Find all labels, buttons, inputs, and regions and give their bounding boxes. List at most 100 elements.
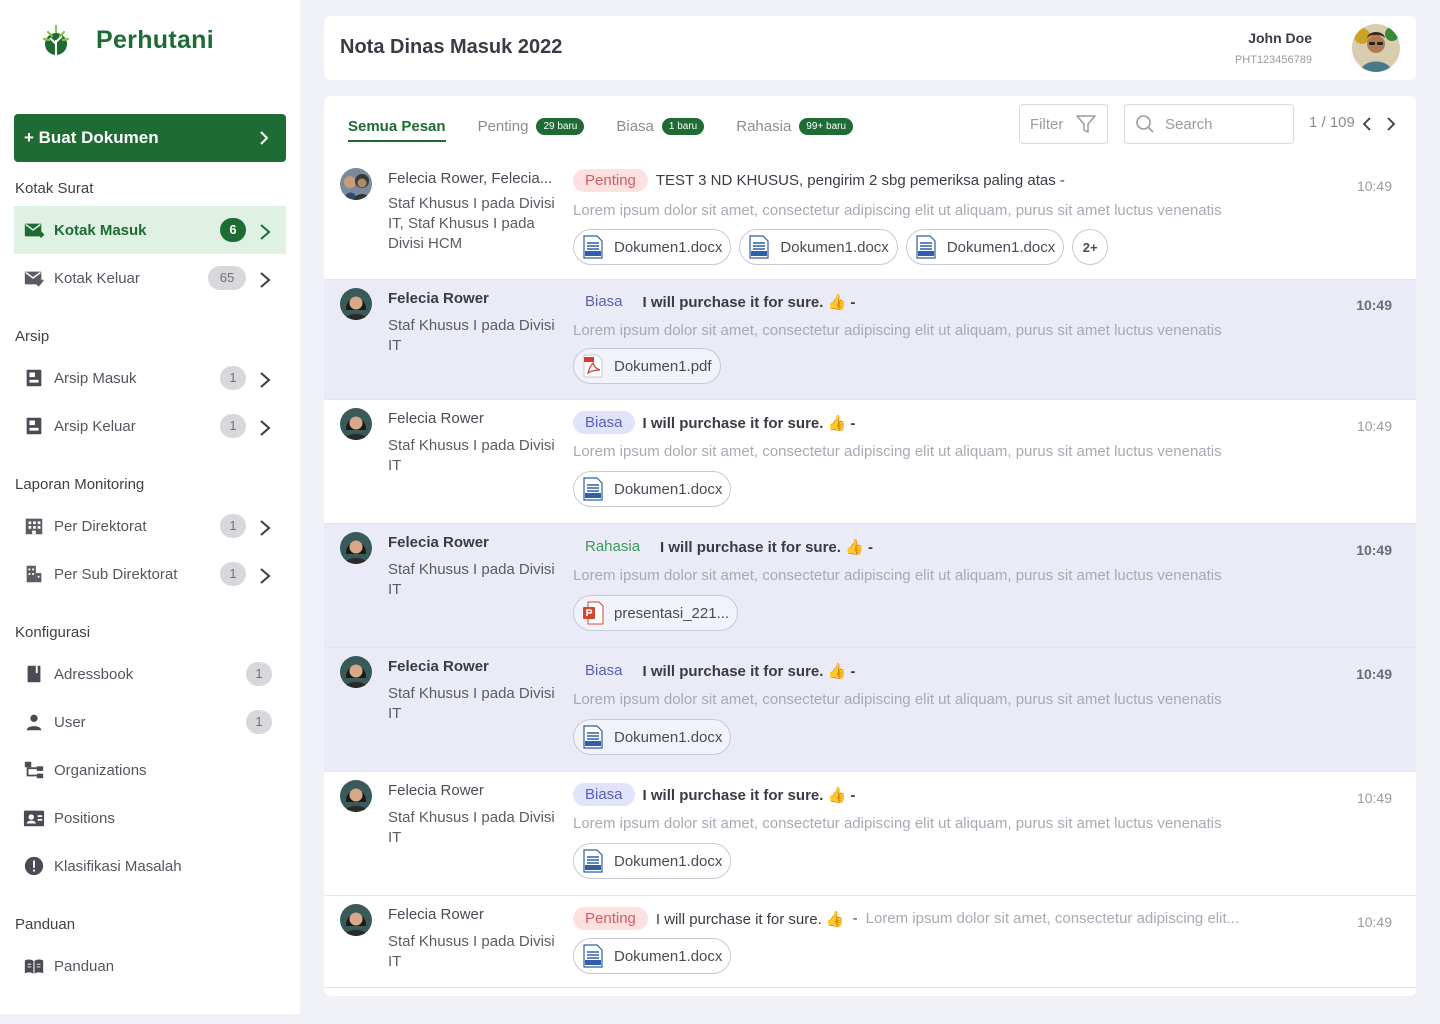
filter-label: Filter — [1030, 115, 1064, 133]
attachment-chip[interactable]: Dokumen1.docx — [573, 843, 732, 879]
user-icon — [22, 710, 46, 734]
count-badge: 1 — [220, 414, 246, 438]
attachment-name: presentasi_221... — [614, 604, 730, 622]
sidebar-item-label: Kotak Masuk — [54, 221, 147, 239]
sender-role: Staf Khusus I pada Divisi IT — [388, 809, 555, 846]
sidebar-item-positions[interactable]: Positions — [14, 794, 286, 842]
message-preview: Lorem ipsum dolor sit amet, consectetur … — [573, 691, 1222, 708]
message-row[interactable]: Felecia Rower Staf Khusus I pada Divisi … — [324, 648, 1416, 772]
chevron-left-icon — [1362, 117, 1371, 131]
priority-tag: Biasa — [573, 411, 635, 434]
message-row[interactable]: Felecia Rower Staf Khusus I pada Divisi … — [324, 400, 1416, 524]
message-tabs: Semua Pesan Penting 29 baru Biasa 1 baru… — [348, 96, 885, 156]
count-badge: 1 — [220, 514, 246, 538]
new-count-badge: 99+ baru — [799, 117, 854, 135]
sender-role: Staf Khusus I pada Divisi IT — [388, 561, 555, 598]
chevron-right-icon — [258, 567, 272, 584]
message-preview: Lorem ipsum dolor sit amet, consectetur … — [865, 910, 1240, 927]
message-row[interactable]: Felecia Rower Staf Khusus I pada Divisi … — [324, 772, 1416, 896]
sidebar-item-user[interactable]: User 1 — [14, 698, 286, 746]
pptx-file-icon — [583, 601, 604, 625]
sidebar-item-kotak-keluar[interactable]: Kotak Keluar 65 — [14, 254, 286, 302]
message-row[interactable]: Felecia Rower Staf Khusus I pada Divisi … — [324, 280, 1416, 400]
mail-out-icon — [22, 266, 46, 290]
message-row[interactable]: Felecia Rower Staf Khusus I pada Divisi … — [324, 524, 1416, 648]
sidebar-item-panduan[interactable]: Panduan — [14, 942, 286, 990]
chevron-right-icon — [258, 419, 272, 436]
message-subject: I will purchase it for sure. 👍 - — [642, 662, 856, 680]
create-document-button[interactable]: + Buat Dokumen — [14, 114, 286, 162]
avatar-photo-icon — [340, 168, 372, 200]
attachment-chip[interactable]: Dokumen1.docx — [573, 719, 732, 755]
section-panduan: Panduan — [15, 916, 76, 933]
user-avatar[interactable] — [1352, 24, 1400, 72]
chevron-right-icon — [258, 271, 272, 288]
search-icon — [1136, 115, 1154, 133]
funnel-icon — [1076, 115, 1096, 133]
sidebar-item-arsip-masuk[interactable]: Arsip Masuk 1 — [14, 354, 286, 402]
attachment-chip[interactable]: Dokumen1.pdf — [573, 348, 721, 384]
sidebar-item-label: Positions — [54, 809, 115, 827]
previous-page-button[interactable] — [1359, 114, 1375, 134]
id-card-icon — [22, 806, 46, 830]
tab-semua-pesan[interactable]: Semua Pesan — [348, 96, 446, 156]
attachment-chip[interactable]: Dokumen1.docx — [573, 938, 732, 974]
sidebar-item-klasifikasi-masalah[interactable]: Klasifikasi Masalah — [14, 842, 286, 890]
sidebar-item-arsip-keluar[interactable]: Arsip Keluar 1 — [14, 402, 286, 450]
more-attachments-button[interactable]: 2+ — [1072, 229, 1109, 265]
org-chart-icon — [22, 758, 46, 782]
user-name: John Doe — [1248, 30, 1312, 46]
message-panel: Semua Pesan Penting 29 baru Biasa 1 baru… — [324, 96, 1416, 996]
sub-building-icon — [22, 562, 46, 586]
chevron-right-icon — [260, 131, 269, 145]
sender-name: Felecia Rower — [388, 410, 484, 427]
attachment-chip[interactable]: Dokumen1.docx — [573, 471, 732, 507]
sidebar-item-label: Panduan — [54, 957, 115, 975]
archive-out-icon — [22, 414, 46, 438]
sidebar-item-per-direktorat[interactable]: Per Direktorat 1 — [14, 502, 286, 550]
sidebar-item-label: User — [54, 713, 86, 731]
tab-label: Penting — [477, 117, 529, 135]
sender-avatar — [340, 656, 372, 688]
book-icon — [22, 662, 46, 686]
message-row[interactable]: Felecia Rower Staf Khusus I pada Divisi … — [324, 896, 1416, 988]
page-header: Nota Dinas Masuk 2022 John Doe PHT123456… — [324, 16, 1416, 80]
user-id: PHT123456789 — [1234, 54, 1312, 66]
archive-in-icon — [22, 366, 46, 390]
tab-rahasia[interactable]: Rahasia 99+ baru — [736, 96, 854, 156]
next-page-button[interactable] — [1383, 114, 1399, 134]
tab-penting[interactable]: Penting 29 baru — [478, 96, 585, 156]
avatar-photo-icon — [340, 904, 372, 936]
attachment-chip[interactable]: Dokumen1.docx — [739, 229, 898, 265]
docx-file-icon — [583, 725, 603, 749]
docx-file-icon — [749, 235, 770, 259]
group-avatar — [340, 168, 372, 200]
avatar-photo-icon — [340, 288, 372, 320]
sender-role: Staf Khusus I pada Divisi IT — [388, 317, 555, 354]
sidebar-item-adressbook[interactable]: Adressbook 1 — [14, 650, 286, 698]
sender-avatar — [340, 408, 372, 440]
brand-logo[interactable]: Perhutani — [38, 22, 214, 58]
attachment-chip[interactable]: Dokumen1.docx — [905, 229, 1065, 265]
tree-logo-icon — [42, 24, 70, 55]
alert-icon — [22, 854, 46, 878]
sidebar-item-per-sub-direktorat[interactable]: Per Sub Direktorat 1 — [14, 550, 286, 598]
attachment-chip[interactable]: presentasi_221... — [573, 595, 739, 631]
filter-button[interactable]: Filter — [1019, 104, 1108, 144]
attachment-chip[interactable]: Dokumen1.docx — [573, 229, 732, 265]
message-preview: Lorem ipsum dolor sit amet, consectetur … — [573, 567, 1222, 584]
sender-avatar — [340, 904, 372, 936]
sidebar-item-kotak-masuk[interactable]: Kotak Masuk 6 — [14, 206, 286, 254]
message-row[interactable]: Felecia Rower, Felecia... Staf Khusus I … — [324, 156, 1416, 280]
sidebar-item-label: Klasifikasi Masalah — [54, 857, 182, 875]
tab-biasa[interactable]: Biasa 1 baru — [616, 96, 705, 156]
count-badge: 1 — [246, 662, 272, 686]
new-count-badge: 29 baru — [536, 117, 585, 135]
avatar-photo-icon — [340, 532, 372, 564]
message-time: 10:49 — [1356, 914, 1392, 930]
sidebar-item-organizations[interactable]: Organizations — [14, 746, 286, 794]
pagination-label: 1 / 109 — [1309, 114, 1355, 131]
attachment-name: Dokumen1.docx — [614, 480, 723, 498]
section-kotak-surat: Kotak Surat — [15, 180, 94, 197]
search-input[interactable] — [1165, 115, 1275, 133]
